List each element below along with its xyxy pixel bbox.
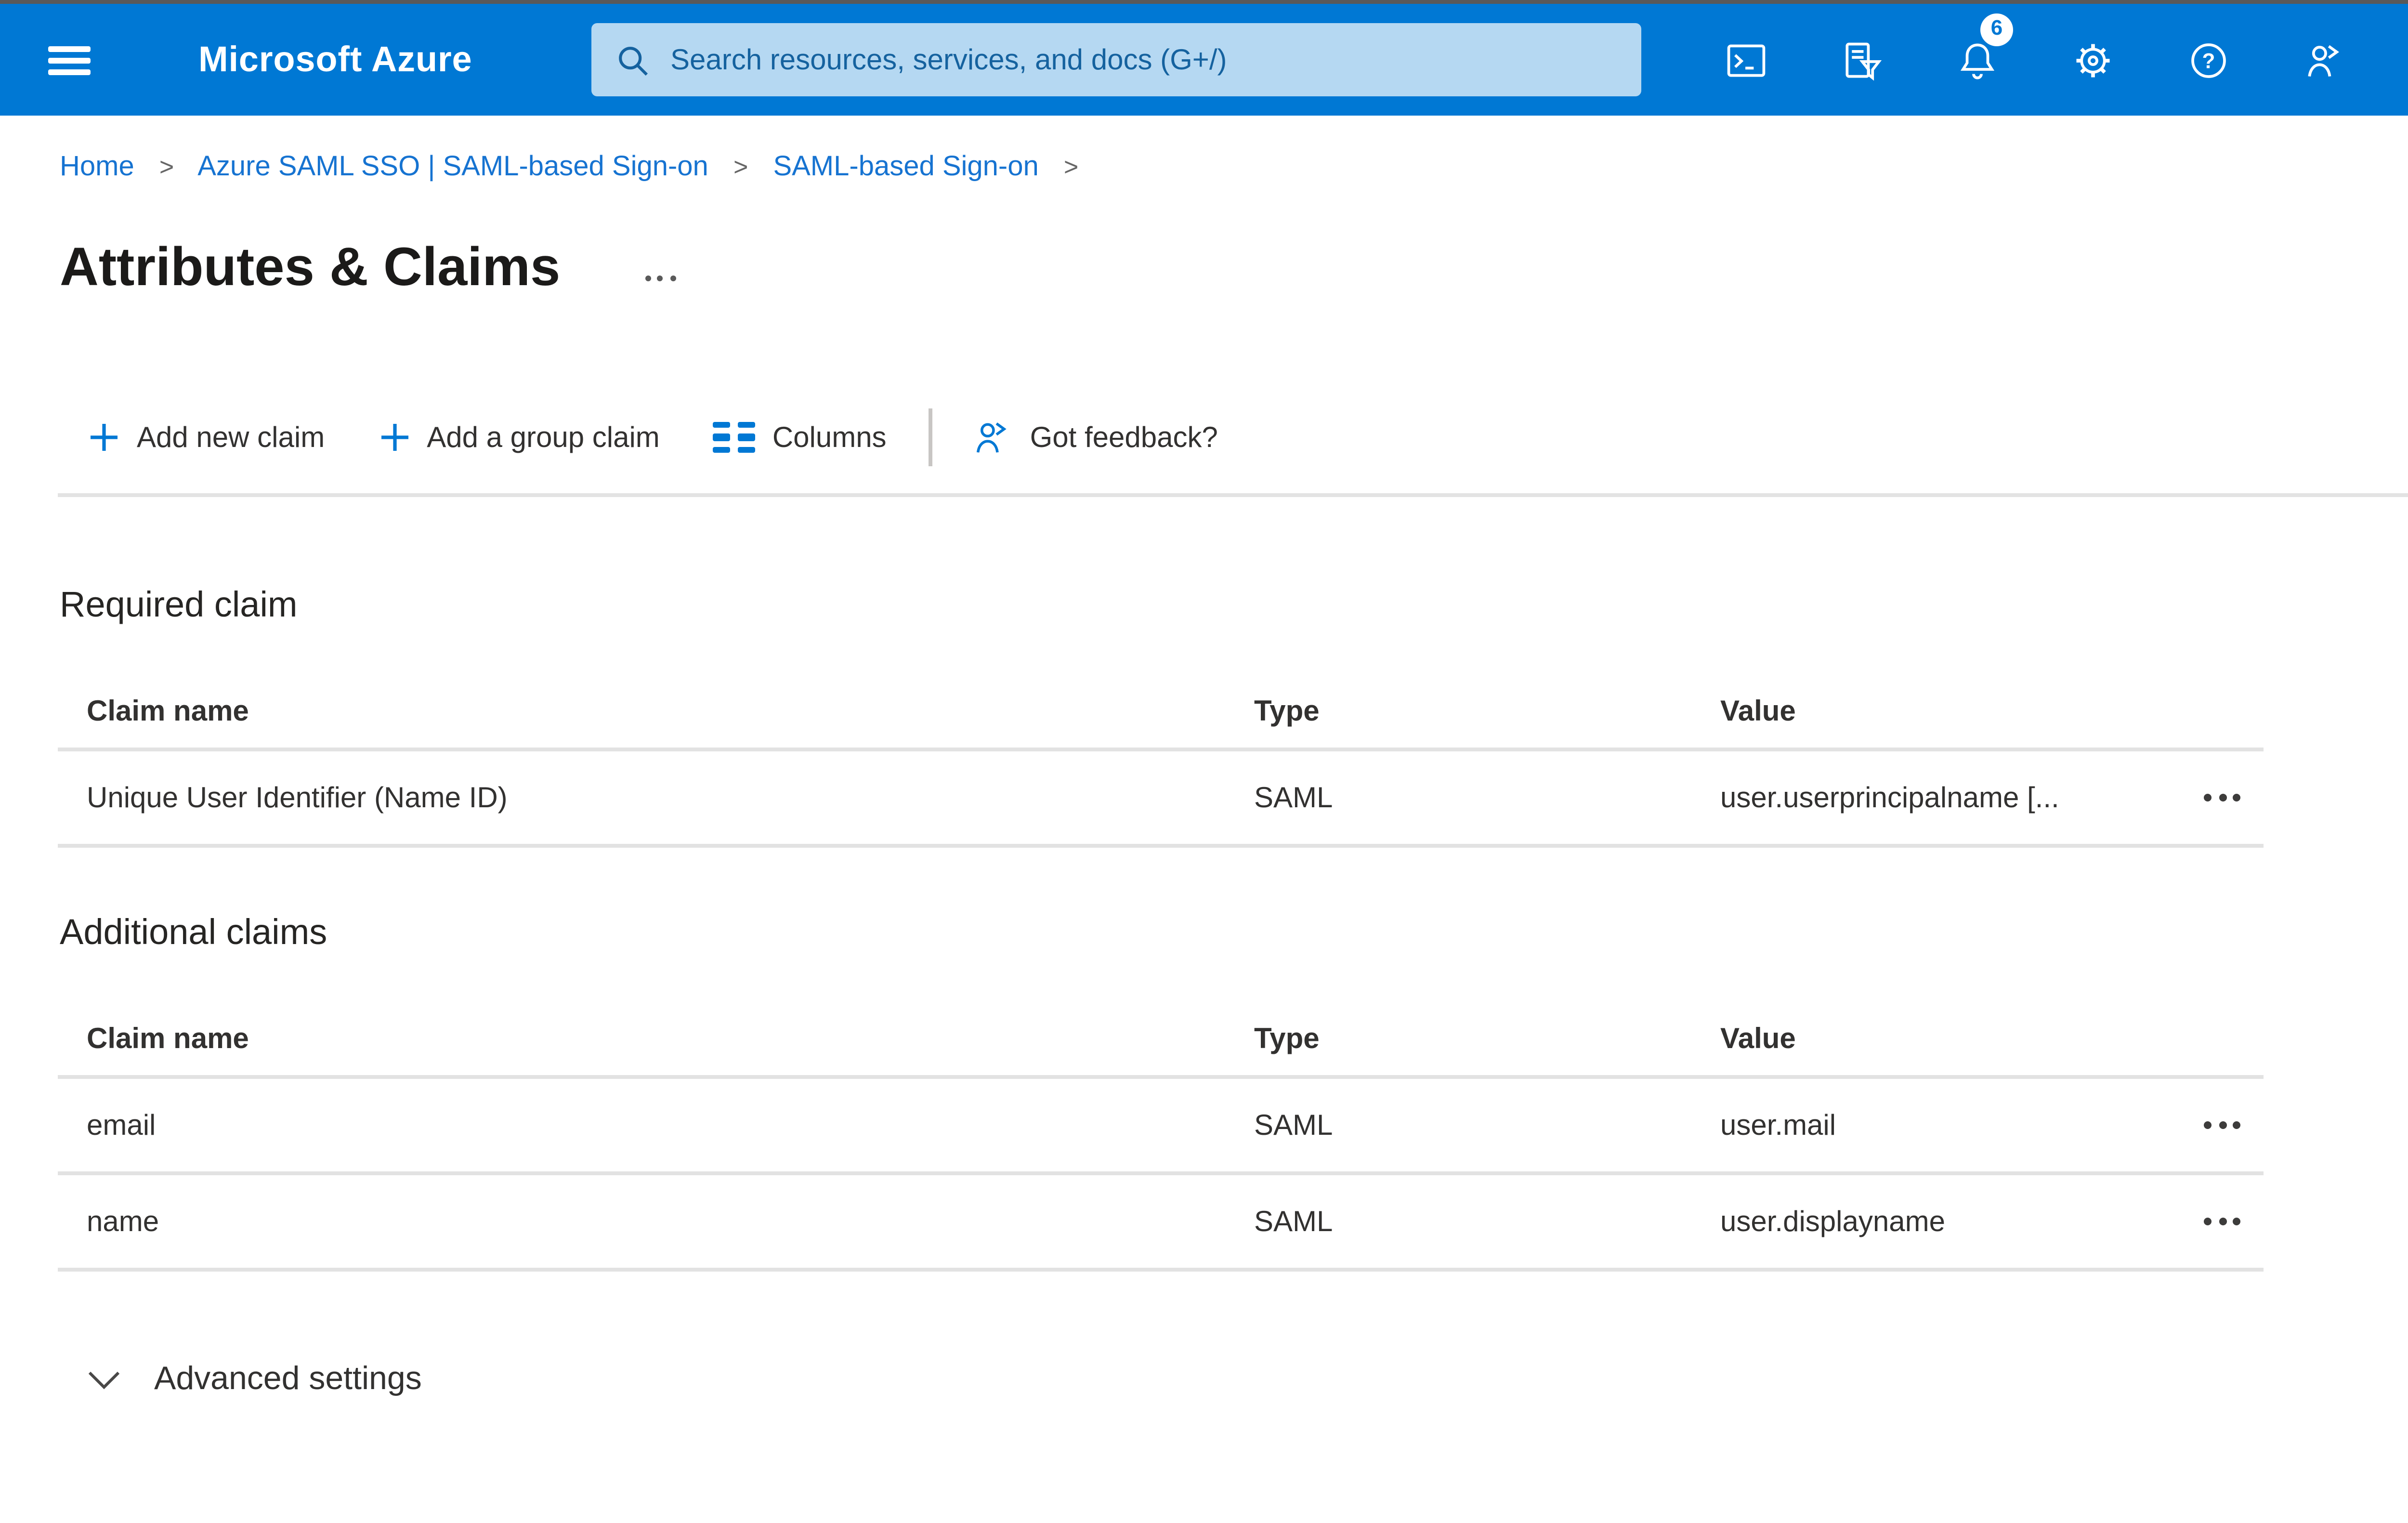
claim-name-cell: email [87,1109,156,1142]
row-more-options-button[interactable] [2204,794,2240,801]
breadcrumb-home-link[interactable]: Home [60,152,134,183]
breadcrumb: Home > Azure SAML SSO | SAML-based Sign-… [60,152,1096,183]
blade-context-menu-button[interactable] [645,275,676,280]
columns-button[interactable]: Columns [713,421,887,454]
claim-name-cell: Unique User Identifier (Name ID) [87,781,508,814]
cloud-shell-icon [1726,43,1765,76]
table-header-row: Claim name Type Value [58,1002,2264,1079]
col-claim-name: Claim name [87,1022,249,1055]
breadcrumb-signon-link[interactable]: SAML-based Sign-on [773,152,1038,183]
microsoft-azure-home-link[interactable]: Microsoft Azure [198,4,472,116]
ellipsis-icon [645,275,651,280]
chevron-down-icon [88,1370,120,1389]
azure-portal-window: Microsoft Azure Search resources, servic… [0,0,2408,1523]
ellipsis-icon [2204,794,2212,801]
page-title: Attributes & Claims [60,237,561,297]
breadcrumb-separator: > [1063,152,1079,181]
help-circle-icon: ? [2190,42,2225,77]
command-bar: Add new claim Add a group claim Columns … [89,405,1272,470]
columns-icon [713,421,755,453]
hamburger-icon [48,47,91,52]
advanced-settings-toggle[interactable]: Advanced settings [87,1352,422,1406]
search-icon [619,46,648,75]
claim-type-cell: SAML [1254,1205,1333,1238]
row-more-options-button[interactable] [2204,1218,2240,1225]
row-more-options-button[interactable] [2204,1121,2240,1129]
person-feedback-icon [976,422,1006,453]
got-feedback-button[interactable]: Got feedback? [970,416,1218,459]
claim-value-cell: user.userprincipalname [... [1720,781,2059,814]
ellipsis-icon [2204,1218,2212,1225]
col-value: Value [1720,1022,1796,1055]
window-top-edge [0,0,2408,4]
table-row: Unique User Identifier (Name ID) SAML us… [58,751,2264,848]
plus-icon [380,424,408,451]
top-bar-actions: 6 ? [1707,4,2400,116]
directory-filter-button[interactable] [1822,4,1899,116]
svg-text:?: ? [2201,48,2214,72]
notification-count-badge: 6 [1980,13,2013,46]
claim-type-cell: SAML [1254,781,1333,814]
claim-value-cell: user.displayname [1720,1205,1945,1238]
additional-claims-heading: Additional claims [60,911,327,952]
feedback-button[interactable] [2285,4,2362,116]
breadcrumb-app-link[interactable]: Azure SAML SSO | SAML-based Sign-on [197,152,708,183]
breadcrumb-separator: > [733,152,748,181]
ellipsis-icon [2204,1121,2212,1129]
add-group-claim-button[interactable]: Add a group claim [379,421,660,454]
person-feedback-icon [2307,44,2338,76]
col-value: Value [1720,695,1796,727]
notifications-button[interactable]: 6 [1938,4,2015,116]
breadcrumb-separator: > [159,152,174,181]
add-new-claim-button[interactable]: Add new claim [89,421,325,454]
plus-icon [91,424,118,451]
required-claim-heading: Required claim [60,584,298,624]
claim-name-cell: name [87,1205,159,1238]
additional-claims-table: Claim name Type Value email SAML user.ma… [58,1002,2264,1272]
col-type: Type [1254,695,1320,727]
claim-value-cell: user.mail [1720,1109,1836,1142]
gear-icon [2075,43,2109,77]
required-claim-table: Claim name Type Value Unique User Identi… [58,674,2264,848]
toolbar-rule [58,493,2408,497]
table-header-row: Claim name Type Value [58,674,2264,751]
global-search-box [591,23,1641,96]
search-input[interactable] [670,43,1618,76]
toolbar-divider [929,408,932,466]
claim-type-cell: SAML [1254,1109,1333,1142]
hamburger-menu-button[interactable] [48,46,91,75]
table-row: email SAML user.mail [58,1079,2264,1175]
cloud-shell-button[interactable] [1707,4,1784,116]
settings-button[interactable] [2054,4,2131,116]
col-type: Type [1254,1022,1320,1055]
page-header: Attributes & Claims [60,225,2408,310]
help-button[interactable]: ? [2169,4,2246,116]
table-row: name SAML user.displayname [58,1175,2264,1272]
azure-top-bar: Microsoft Azure Search resources, servic… [0,4,2408,116]
directory-filter-icon [1845,41,1881,80]
col-claim-name: Claim name [87,695,249,727]
